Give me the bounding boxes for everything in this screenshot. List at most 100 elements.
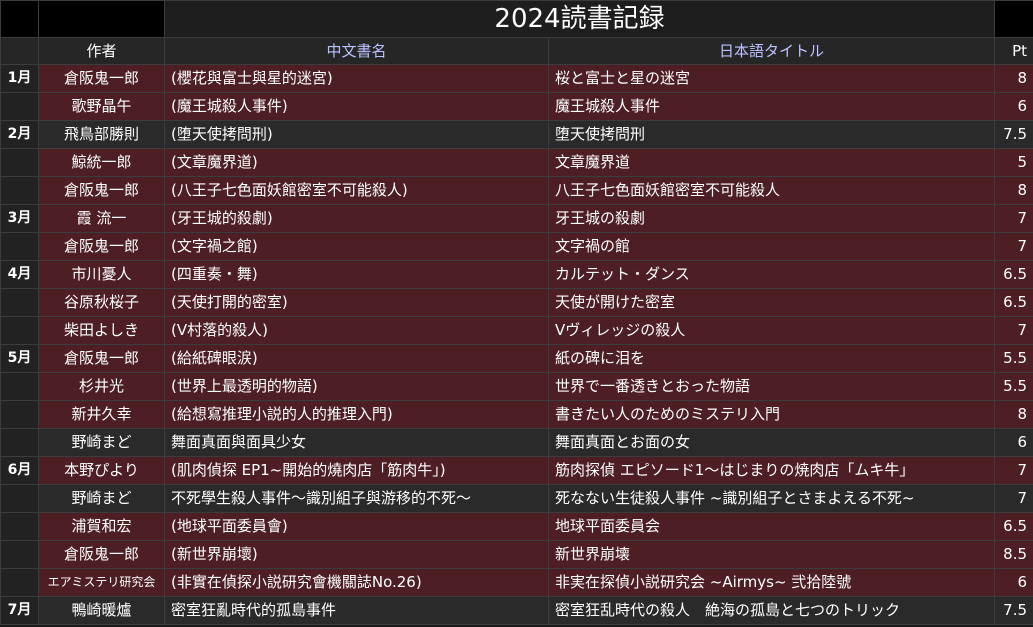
points-cell[interactable]: 8 bbox=[994, 64, 1033, 93]
jp-title-cell[interactable]: 桜と富士と星の迷宮 bbox=[547, 64, 996, 93]
month-cell[interactable] bbox=[0, 148, 39, 177]
cn-title-cell[interactable]: (堕天使拷問刑) bbox=[164, 120, 549, 149]
cn-title-cell[interactable]: 舞面真面與面具少女 bbox=[164, 428, 549, 457]
points-cell[interactable]: 5.5 bbox=[994, 372, 1033, 401]
cn-title-cell[interactable]: (四重奏・舞) bbox=[164, 260, 549, 289]
month-cell[interactable] bbox=[0, 484, 39, 513]
author-cell[interactable]: 野崎まど bbox=[38, 484, 165, 513]
author-cell[interactable]: 歌野晶午 bbox=[38, 92, 165, 121]
jp-title-cell[interactable]: 魔王城殺人事件 bbox=[547, 92, 996, 121]
header-cn-title[interactable]: 中文書名 bbox=[164, 37, 549, 65]
points-cell[interactable]: 8 bbox=[994, 400, 1033, 429]
jp-title-cell[interactable]: 密室狂乱時代の殺人 絶海の孤島と七つのトリック bbox=[547, 596, 996, 625]
jp-title-cell[interactable]: 舞面真面とお面の女 bbox=[547, 428, 996, 457]
cn-title-cell[interactable]: (地球平面委員會) bbox=[164, 512, 549, 541]
cn-title-cell[interactable]: (天使打開的密室) bbox=[164, 288, 549, 317]
jp-title-cell[interactable]: Vヴィレッジの殺人 bbox=[547, 316, 996, 345]
cn-title-cell[interactable]: (非實在偵探小説研究會機關誌No.26) bbox=[164, 568, 549, 597]
month-cell[interactable] bbox=[0, 568, 39, 597]
jp-title-cell[interactable]: 死なない生徒殺人事件 ~識別組子とさまよえる不死~ bbox=[547, 484, 996, 513]
month-cell[interactable] bbox=[0, 540, 39, 569]
month-cell[interactable] bbox=[0, 512, 39, 541]
cn-title-cell[interactable]: (世界上最透明的物語) bbox=[164, 372, 549, 401]
cn-title-cell[interactable]: (魔王城殺人事件) bbox=[164, 92, 549, 121]
points-cell[interactable]: 8.5 bbox=[994, 540, 1033, 569]
cn-title-cell[interactable]: (文字禍之館) bbox=[164, 232, 549, 261]
header-points[interactable]: Pt bbox=[994, 37, 1033, 65]
points-cell[interactable]: 7 bbox=[994, 456, 1033, 485]
jp-title-cell[interactable]: 地球平面委員会 bbox=[547, 512, 996, 541]
month-cell[interactable]: 4月 bbox=[0, 260, 39, 289]
cn-title-cell[interactable]: (文章魔界道) bbox=[164, 148, 549, 177]
jp-title-cell[interactable]: 天使が開けた密室 bbox=[547, 288, 996, 317]
cn-title-cell[interactable]: (肌肉偵探 EP1~開始的燒肉店「筋肉牛」) bbox=[164, 456, 549, 485]
author-cell[interactable]: 市川憂人 bbox=[38, 260, 165, 289]
points-cell[interactable]: 8 bbox=[994, 176, 1033, 205]
jp-title-cell[interactable]: 書きたい人のためのミステリ入門 bbox=[547, 400, 996, 429]
cn-title-cell[interactable]: 密室狂亂時代的孤島事件 bbox=[164, 596, 549, 625]
author-cell[interactable]: 倉阪鬼一郎 bbox=[38, 540, 165, 569]
jp-title-cell[interactable]: 世界で一番透きとおった物語 bbox=[547, 372, 996, 401]
points-cell[interactable]: 6.5 bbox=[994, 288, 1033, 317]
month-cell[interactable] bbox=[0, 428, 39, 457]
cn-title-cell[interactable]: (V村落的殺人) bbox=[164, 316, 549, 345]
points-cell[interactable]: 7 bbox=[994, 484, 1033, 513]
month-cell[interactable] bbox=[0, 288, 39, 317]
points-cell[interactable]: 6 bbox=[994, 92, 1033, 121]
author-cell[interactable]: 杉井光 bbox=[38, 372, 165, 401]
author-cell[interactable]: 本野ぴより bbox=[38, 456, 165, 485]
cn-title-cell[interactable]: (櫻花與富士與星的迷宮) bbox=[164, 64, 549, 93]
author-cell[interactable]: 浦賀和宏 bbox=[38, 512, 165, 541]
author-cell[interactable]: 野崎まど bbox=[38, 428, 165, 457]
points-cell[interactable]: 7.5 bbox=[994, 120, 1033, 149]
month-cell[interactable] bbox=[0, 316, 39, 345]
month-cell[interactable] bbox=[0, 232, 39, 261]
month-cell[interactable]: 3月 bbox=[0, 204, 39, 233]
jp-title-cell[interactable]: 八王子七色面妖館密室不可能殺人 bbox=[547, 176, 996, 205]
cn-title-cell[interactable]: (新世界崩壞) bbox=[164, 540, 549, 569]
author-cell[interactable]: 柴田よしき bbox=[38, 316, 165, 345]
cn-title-cell[interactable]: (八王子七色面妖館密室不可能殺人) bbox=[164, 176, 549, 205]
month-cell[interactable]: 7月 bbox=[0, 596, 39, 625]
author-cell[interactable]: 谷原秋桜子 bbox=[38, 288, 165, 317]
jp-title-cell[interactable]: 文字禍の館 bbox=[547, 232, 996, 261]
points-cell[interactable]: 5.5 bbox=[994, 344, 1033, 373]
points-cell[interactable]: 7 bbox=[994, 232, 1033, 261]
month-cell[interactable] bbox=[0, 400, 39, 429]
jp-title-cell[interactable]: 文章魔界道 bbox=[547, 148, 996, 177]
jp-title-cell[interactable]: 筋肉探偵 エピソード1～はじまりの焼肉店「ムキ牛」 bbox=[547, 456, 996, 485]
jp-title-cell[interactable]: 紙の碑に泪を bbox=[547, 344, 996, 373]
points-cell[interactable]: 6.5 bbox=[994, 260, 1033, 289]
points-cell[interactable]: 5 bbox=[994, 148, 1033, 177]
cn-title-cell[interactable]: (牙王城的殺劇) bbox=[164, 204, 549, 233]
cn-title-cell[interactable]: 不死學生殺人事件～識別組子與游移的不死～ bbox=[164, 484, 549, 513]
header-jp-title[interactable]: 日本語タイトル bbox=[547, 37, 996, 65]
author-cell[interactable]: 霞 流一 bbox=[38, 204, 165, 233]
jp-title-cell[interactable]: 新世界崩壊 bbox=[547, 540, 996, 569]
author-cell[interactable]: 鯨統一郎 bbox=[38, 148, 165, 177]
header-author[interactable]: 作者 bbox=[38, 37, 165, 65]
author-cell[interactable]: 倉阪鬼一郎 bbox=[38, 344, 165, 373]
jp-title-cell[interactable]: 堕天使拷問刑 bbox=[547, 120, 996, 149]
author-cell[interactable]: 倉阪鬼一郎 bbox=[38, 232, 165, 261]
month-cell[interactable] bbox=[0, 92, 39, 121]
month-cell[interactable] bbox=[0, 176, 39, 205]
author-cell[interactable]: 新井久幸 bbox=[38, 400, 165, 429]
month-cell[interactable] bbox=[0, 372, 39, 401]
month-cell[interactable]: 2月 bbox=[0, 120, 39, 149]
month-cell[interactable]: 5月 bbox=[0, 344, 39, 373]
author-cell[interactable]: 飛鳥部勝則 bbox=[38, 120, 165, 149]
points-cell[interactable]: 7.5 bbox=[994, 596, 1033, 625]
cn-title-cell[interactable]: (給想寫推理小説的人的推理入門) bbox=[164, 400, 549, 429]
author-cell[interactable]: 鴨崎暖爐 bbox=[38, 596, 165, 625]
month-cell[interactable]: 6月 bbox=[0, 456, 39, 485]
points-cell[interactable]: 7 bbox=[994, 316, 1033, 345]
jp-title-cell[interactable]: 牙王城の殺劇 bbox=[547, 204, 996, 233]
points-cell[interactable]: 6.5 bbox=[994, 512, 1033, 541]
points-cell[interactable]: 6 bbox=[994, 428, 1033, 457]
cn-title-cell[interactable]: (給紙碑眼涙) bbox=[164, 344, 549, 373]
points-cell[interactable]: 6 bbox=[994, 568, 1033, 597]
month-cell[interactable]: 1月 bbox=[0, 64, 39, 93]
author-cell[interactable]: 倉阪鬼一郎 bbox=[38, 64, 165, 93]
jp-title-cell[interactable]: カルテット・ダンス bbox=[547, 260, 996, 289]
